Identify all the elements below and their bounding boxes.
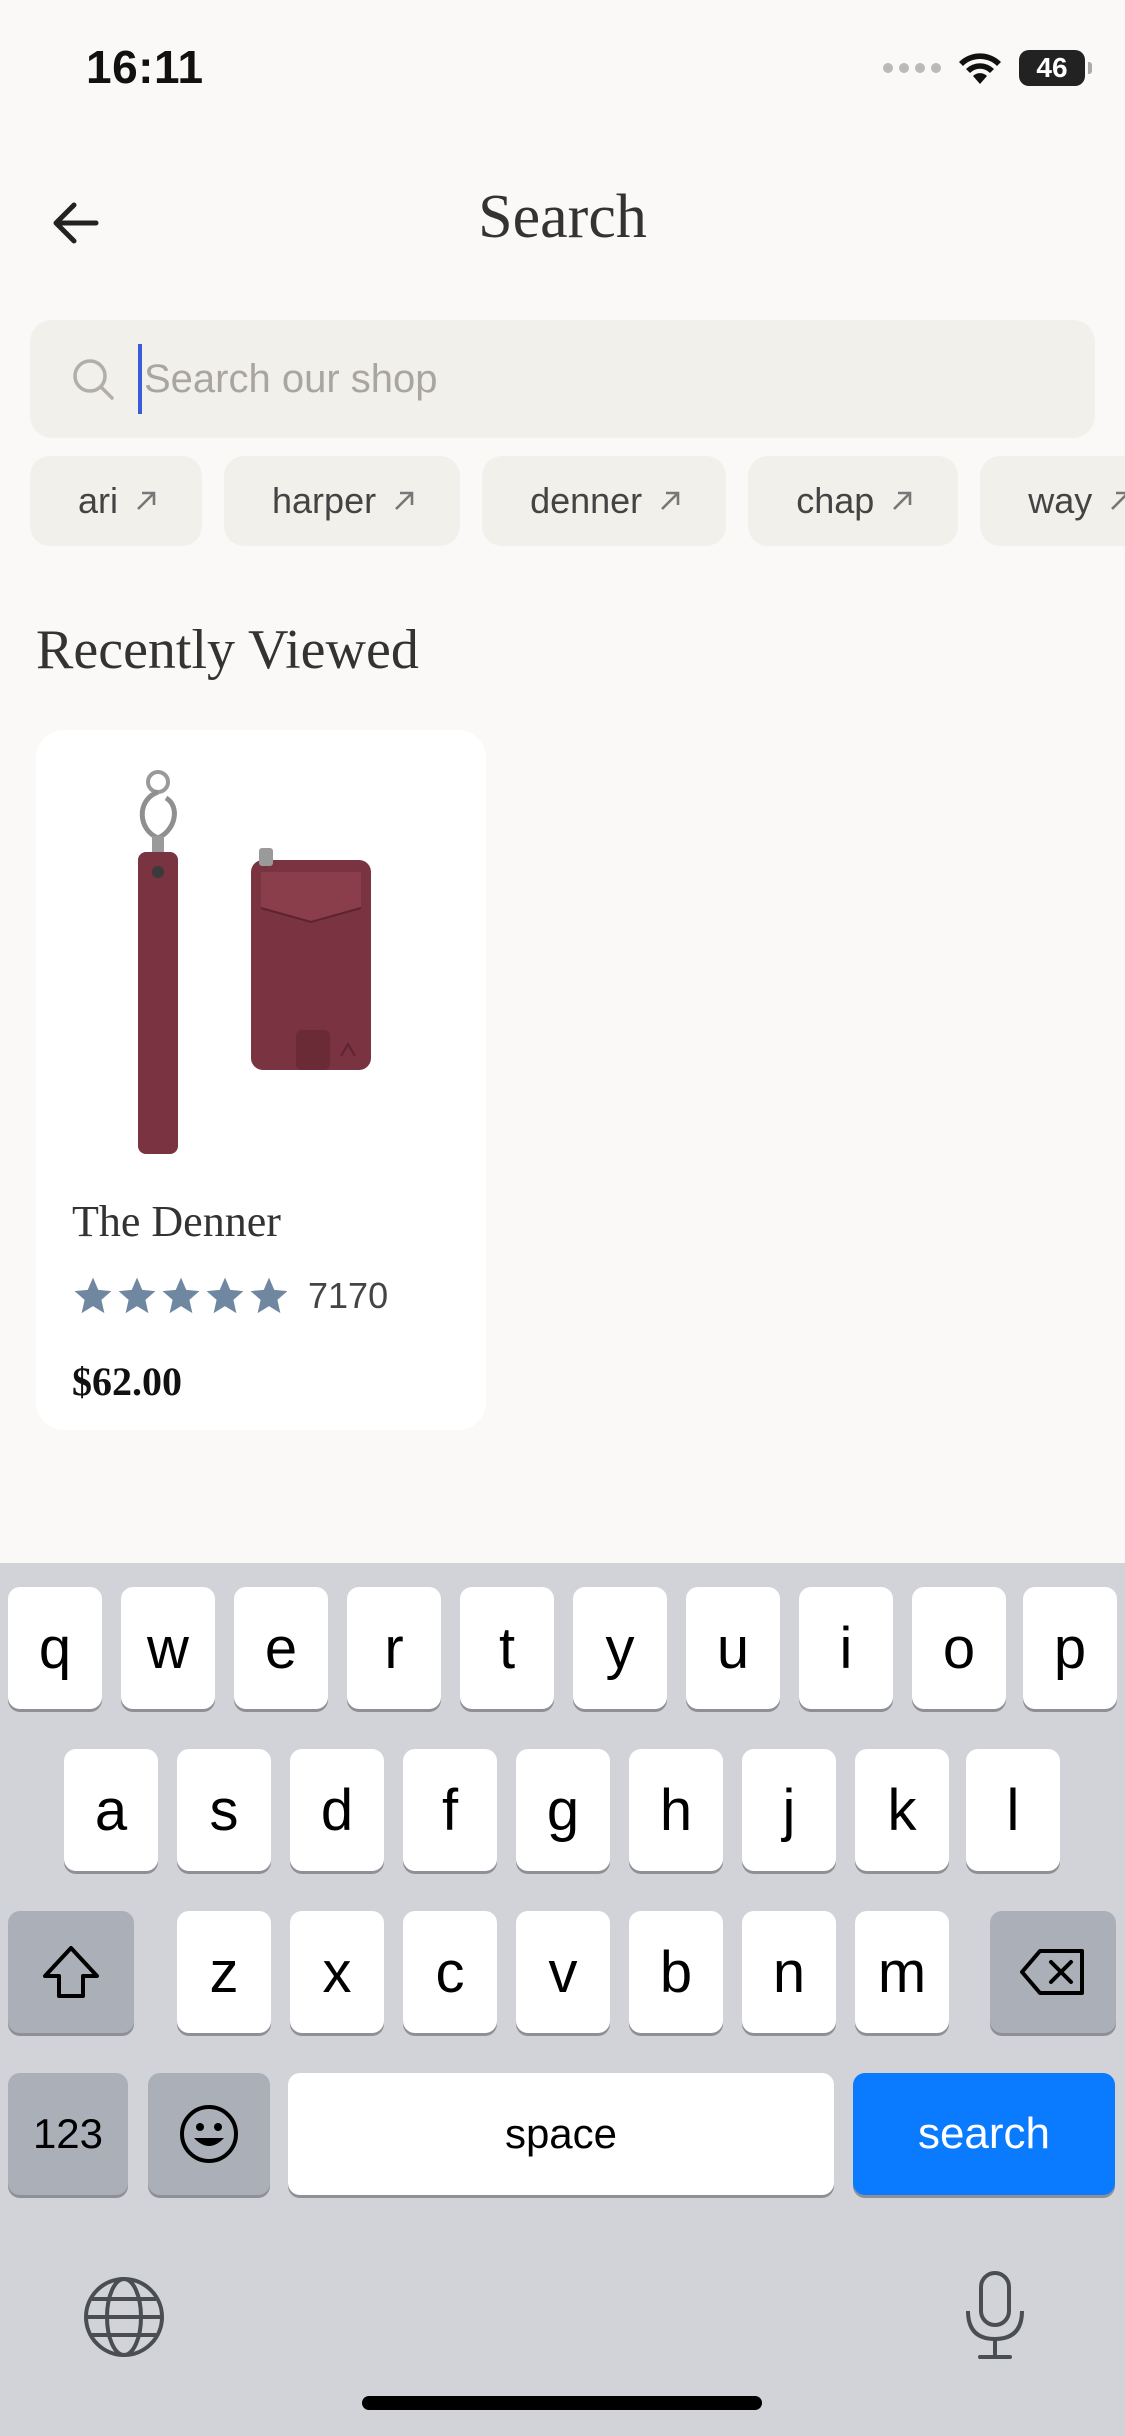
delete-icon	[1020, 1949, 1084, 1995]
arrow-up-right-icon	[134, 489, 158, 513]
emoji-icon	[180, 2105, 238, 2163]
arrow-up-right-icon	[1108, 489, 1125, 513]
key-u[interactable]: u	[686, 1587, 780, 1709]
battery-icon: 46	[1019, 50, 1092, 86]
key-s[interactable]: s	[177, 1749, 271, 1871]
product-image	[138, 770, 371, 1154]
chip-label: denner	[530, 480, 643, 521]
key-v[interactable]: v	[516, 1911, 610, 2033]
suggestion-chip[interactable]: denner	[482, 456, 727, 546]
key-l[interactable]: l	[966, 1749, 1060, 1871]
star-icon	[206, 1277, 244, 1314]
emoji-key[interactable]	[148, 2073, 270, 2195]
product-name: The Denner	[72, 1197, 281, 1246]
arrow-up-right-icon	[658, 489, 682, 513]
rating-row: 7170	[72, 1275, 388, 1317]
search-input[interactable]	[138, 344, 1038, 414]
suggestion-chip[interactable]: chap	[748, 456, 959, 546]
microphone-key[interactable]	[960, 2269, 1030, 2368]
status-time: 16:11	[86, 41, 204, 93]
delete-key[interactable]	[990, 1911, 1116, 2033]
wifi-icon	[959, 53, 1001, 84]
status-icons: 46	[883, 48, 1092, 88]
star-icon	[74, 1277, 112, 1314]
chip-label: harper	[272, 480, 377, 521]
space-key[interactable]: space	[288, 2073, 834, 2195]
keyboard: q w e r t y u i o p a s d f g h j k l z …	[0, 1563, 1125, 2436]
star-icon	[162, 1277, 200, 1314]
chip-label: ari	[78, 480, 119, 521]
key-c[interactable]: c	[403, 1911, 497, 2033]
suggestion-chips: ari harper denner chap way	[30, 456, 1125, 548]
key-e[interactable]: e	[234, 1587, 328, 1709]
key-g[interactable]: g	[516, 1749, 610, 1871]
suggestion-chip[interactable]: ari	[30, 456, 203, 546]
key-a[interactable]: a	[64, 1749, 158, 1871]
key-p[interactable]: p	[1023, 1587, 1117, 1709]
suggestion-chip[interactable]: way	[980, 456, 1125, 546]
product-card[interactable]: The Denner 7170 $62.00	[36, 730, 486, 1430]
key-d[interactable]: d	[290, 1749, 384, 1871]
header: Search	[0, 160, 1125, 280]
chip-label: way	[1028, 480, 1093, 521]
shift-icon	[43, 1946, 99, 1998]
microphone-icon	[966, 2271, 1024, 2359]
globe-key[interactable]	[80, 2273, 168, 2366]
key-f[interactable]: f	[403, 1749, 497, 1871]
arrow-up-right-icon	[392, 489, 416, 513]
section-title-recently-viewed: Recently Viewed	[36, 619, 419, 681]
key-h[interactable]: h	[629, 1749, 723, 1871]
key-t[interactable]: t	[460, 1587, 554, 1709]
home-indicator	[362, 2396, 762, 2410]
key-x[interactable]: x	[290, 1911, 384, 2033]
product-price: $62.00	[72, 1359, 182, 1404]
key-q[interactable]: q	[8, 1587, 102, 1709]
shift-key[interactable]	[8, 1911, 134, 2033]
chip-label: chap	[796, 480, 875, 521]
page-title: Search	[478, 183, 647, 251]
star-icon	[118, 1277, 156, 1314]
search-box[interactable]	[30, 320, 1095, 438]
key-j[interactable]: j	[742, 1749, 836, 1871]
key-w[interactable]: w	[121, 1587, 215, 1709]
signal-icon	[883, 63, 941, 73]
key-o[interactable]: o	[912, 1587, 1006, 1709]
review-count: 7170	[308, 1275, 389, 1316]
key-i[interactable]: i	[799, 1587, 893, 1709]
star-icon	[250, 1277, 288, 1314]
key-y[interactable]: y	[573, 1587, 667, 1709]
search-icon	[68, 354, 118, 404]
numbers-key[interactable]: 123	[8, 2073, 128, 2195]
status-bar: 16:11 46	[0, 0, 1125, 140]
key-n[interactable]: n	[742, 1911, 836, 2033]
arrow-up-right-icon	[890, 489, 914, 513]
star-rating	[72, 1275, 290, 1317]
suggestion-chip[interactable]: harper	[224, 456, 461, 546]
key-z[interactable]: z	[177, 1911, 271, 2033]
key-m[interactable]: m	[855, 1911, 949, 2033]
key-b[interactable]: b	[629, 1911, 723, 2033]
globe-icon	[84, 2277, 164, 2357]
key-r[interactable]: r	[347, 1587, 441, 1709]
key-k[interactable]: k	[855, 1749, 949, 1871]
search-key[interactable]: search	[853, 2073, 1115, 2195]
